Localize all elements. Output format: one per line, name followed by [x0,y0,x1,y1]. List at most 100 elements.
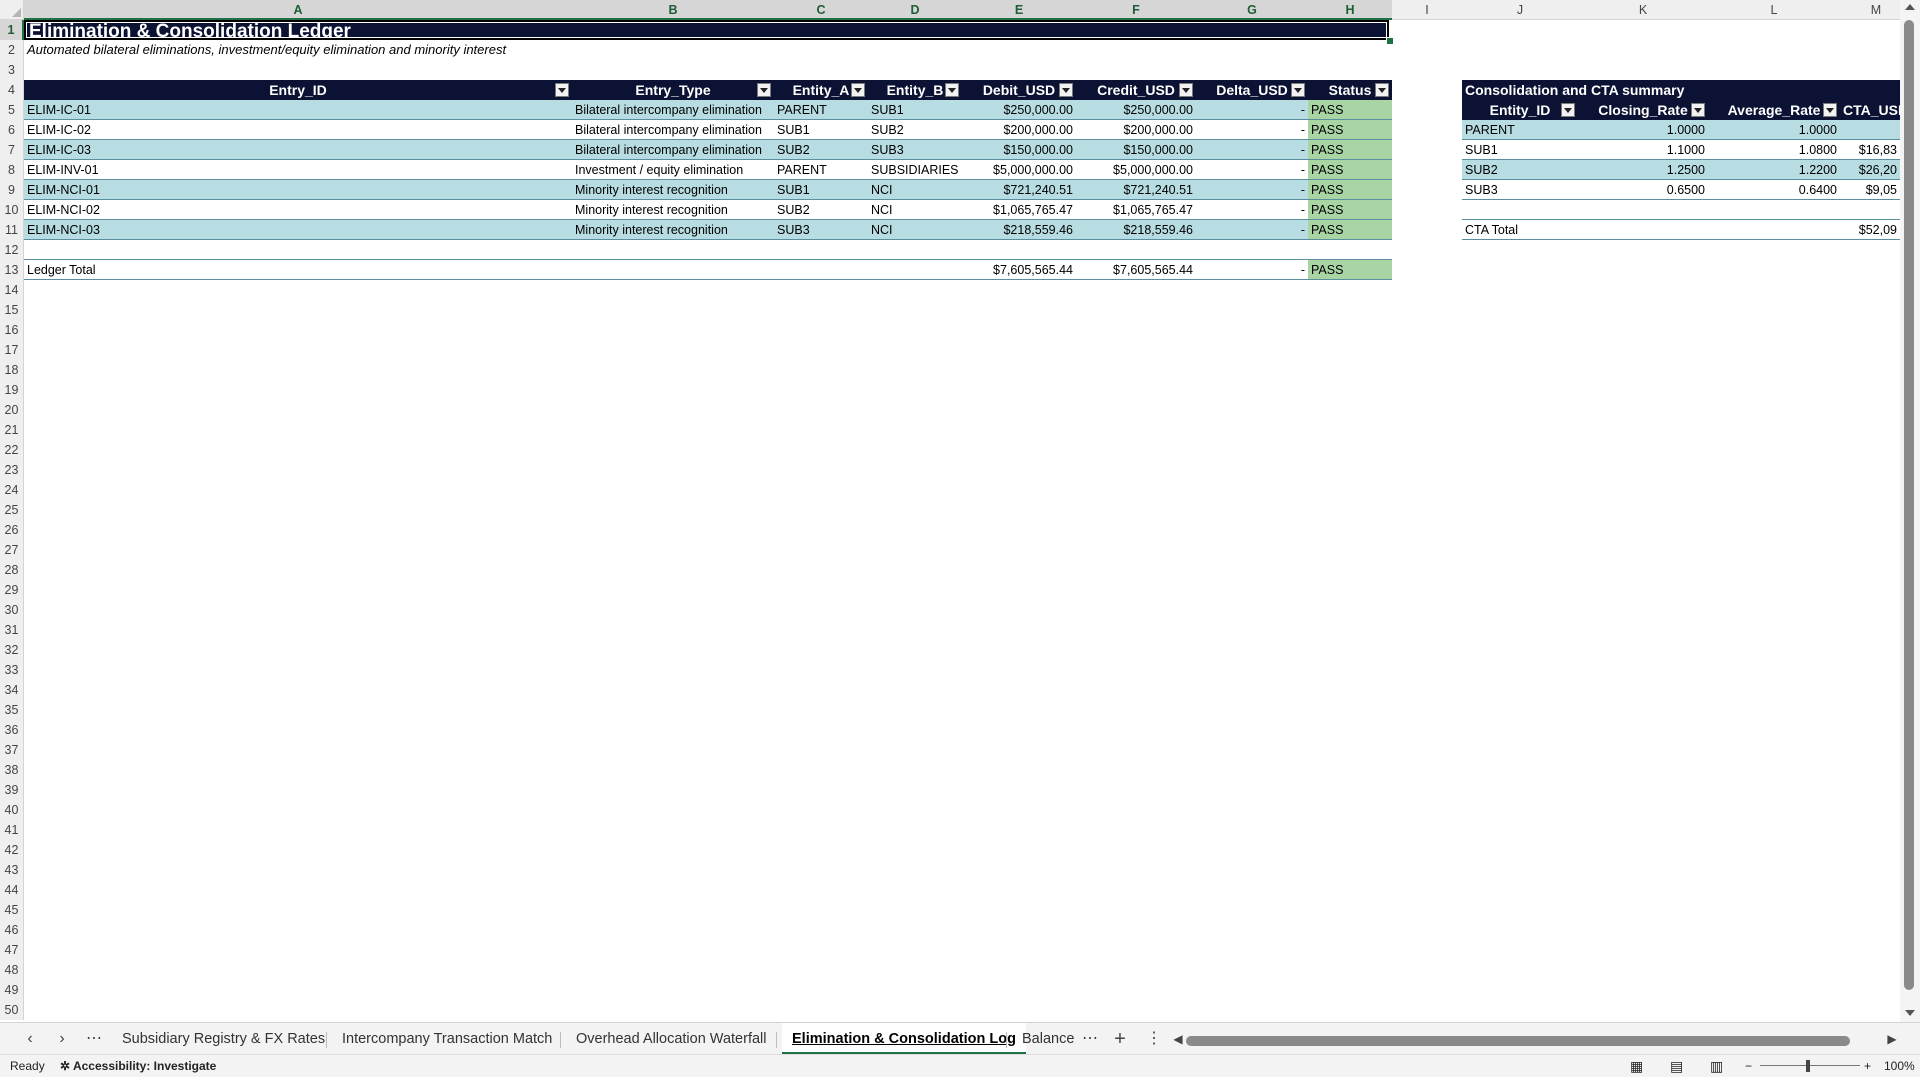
summary-cell[interactable]: 1.1000 [1578,140,1708,160]
ledger-cell[interactable]: ELIM-IC-02 [24,120,572,140]
ledger-cell[interactable]: ELIM-NCI-03 [24,220,572,240]
summary-cell[interactable]: 1.0000 [1708,120,1840,140]
row-header[interactable]: 40 [0,800,24,820]
row-header[interactable]: 50 [0,1000,24,1020]
row-header[interactable]: 47 [0,940,24,960]
summary-header-cell[interactable]: CTA_USD [1840,100,1900,120]
summary-cell[interactable]: SUB3 [1462,180,1578,200]
row-header[interactable]: 8 [0,160,24,180]
column-header[interactable]: B [572,0,774,20]
column-header[interactable]: E [962,0,1076,20]
summary-cell[interactable]: 0.6500 [1578,180,1708,200]
row-header[interactable]: 24 [0,480,24,500]
ledger-cell[interactable]: Minority interest recognition [572,200,774,220]
filter-dropdown-icon[interactable] [757,83,771,97]
ledger-cell[interactable]: Bilateral intercompany elimination [572,120,774,140]
ledger-cell[interactable]: NCI [868,180,962,200]
ledger-cell[interactable]: $150,000.00 [962,140,1076,160]
summary-cell[interactable]: PARENT [1462,120,1578,140]
row-header[interactable]: 7 [0,140,24,160]
row-header[interactable]: 33 [0,660,24,680]
filter-dropdown-icon[interactable] [555,83,569,97]
row-header[interactable]: 22 [0,440,24,460]
summary-cell[interactable]: 1.2500 [1578,160,1708,180]
sheet-options-icon[interactable]: ⋮ [1144,1023,1164,1055]
ledger-total-debit[interactable]: $7,605,565.44 [962,260,1076,280]
ledger-cell[interactable]: NCI [868,200,962,220]
ledger-cell[interactable]: $5,000,000.00 [962,160,1076,180]
ledger-cell[interactable]: PARENT [774,160,868,180]
row-header[interactable]: 19 [0,380,24,400]
ledger-cell[interactable]: PASS [1308,200,1392,220]
ledger-header-cell[interactable]: Credit_USD [1076,80,1196,100]
filter-dropdown-icon[interactable] [1823,103,1837,117]
row-header[interactable]: 49 [0,980,24,1000]
ledger-cell[interactable]: Minority interest recognition [572,220,774,240]
summary-cell[interactable]: $26,20 [1840,160,1900,180]
sheet-subtitle[interactable]: Automated bilateral eliminations, invest… [24,40,824,60]
row-header[interactable]: 32 [0,640,24,660]
row-header[interactable]: 13 [0,260,24,280]
row-header[interactable]: 37 [0,740,24,760]
ledger-cell[interactable]: PASS [1308,160,1392,180]
filter-dropdown-icon[interactable] [945,83,959,97]
row-header[interactable]: 1 [0,20,24,40]
row-header[interactable]: 4 [0,80,24,100]
ledger-cell[interactable]: Investment / equity elimination [572,160,774,180]
sheet-tab[interactable]: Elimination & Consolidation Log [782,1023,1026,1055]
ledger-cell[interactable]: - [1196,140,1308,160]
row-header[interactable]: 6 [0,120,24,140]
zoom-out-icon[interactable]: − [1745,1055,1752,1077]
summary-header-cell[interactable]: Closing_Rate [1578,100,1708,120]
ledger-cell[interactable]: Minority interest recognition [572,180,774,200]
summary-cell[interactable]: SUB1 [1462,140,1578,160]
summary-cell[interactable] [1840,120,1900,140]
row-header[interactable]: 43 [0,860,24,880]
column-header[interactable]: H [1308,0,1392,20]
summary-header-cell[interactable]: Average_Rate [1708,100,1840,120]
horizontal-scroll-thumb[interactable] [1186,1036,1850,1046]
page-layout-icon[interactable]: ▤ [1670,1055,1683,1077]
ledger-cell[interactable]: $721,240.51 [962,180,1076,200]
filter-dropdown-icon[interactable] [1375,83,1389,97]
filter-dropdown-icon[interactable] [1179,83,1193,97]
row-header[interactable]: 44 [0,880,24,900]
row-header[interactable]: 38 [0,760,24,780]
ledger-cell[interactable]: $1,065,765.47 [962,200,1076,220]
summary-cell[interactable]: 0.6400 [1708,180,1840,200]
column-header[interactable]: F [1076,0,1196,20]
sheet-title[interactable]: Elimination & Consolidation Ledger [24,20,1389,40]
page-break-icon[interactable]: ▥ [1710,1055,1723,1077]
sheet-tab[interactable]: Intercompany Transaction Match [332,1023,562,1055]
row-header[interactable]: 5 [0,100,24,120]
column-header[interactable]: A [24,0,572,20]
sheet-tab[interactable]: Balance [1012,1023,1084,1055]
column-header[interactable]: I [1392,0,1462,20]
row-header[interactable]: 29 [0,580,24,600]
ledger-total-label[interactable]: Ledger Total [24,260,572,280]
prev-sheet-icon[interactable]: ‹ [20,1023,40,1055]
column-header[interactable]: C [774,0,868,20]
ledger-total-delta[interactable]: - [1196,260,1308,280]
column-header[interactable]: L [1708,0,1840,20]
ledger-cell[interactable]: ELIM-INV-01 [24,160,572,180]
row-header[interactable]: 3 [0,60,24,80]
row-header[interactable]: 31 [0,620,24,640]
ledger-header-cell[interactable]: Entry_Type [572,80,774,100]
ledger-cell[interactable]: $5,000,000.00 [1076,160,1196,180]
filter-dropdown-icon[interactable] [851,83,865,97]
more-sheets-right-icon[interactable]: ⋯ [1080,1023,1100,1055]
ledger-cell[interactable]: - [1196,120,1308,140]
ledger-cell[interactable]: Bilateral intercompany elimination [572,140,774,160]
row-header[interactable]: 2 [0,40,24,60]
summary-title[interactable]: Consolidation and CTA summary [1462,80,1900,100]
ledger-cell[interactable]: PASS [1308,120,1392,140]
worksheet-grid[interactable]: ABCDEFGHIJKLM 1 2 3 4 5 6 7 8 9 10 11 12 13 14 15 16 17 1… [0,0,1920,1022]
next-sheet-icon[interactable]: › [52,1023,72,1055]
ledger-cell[interactable]: $250,000.00 [962,100,1076,120]
cta-total-value[interactable]: $52,09 [1840,220,1900,240]
hscroll-right-icon[interactable]: ▶ [1882,1023,1902,1055]
ledger-total-status[interactable]: PASS [1308,260,1392,280]
row-header[interactable]: 28 [0,560,24,580]
summary-cell[interactable]: $9,05 [1840,180,1900,200]
